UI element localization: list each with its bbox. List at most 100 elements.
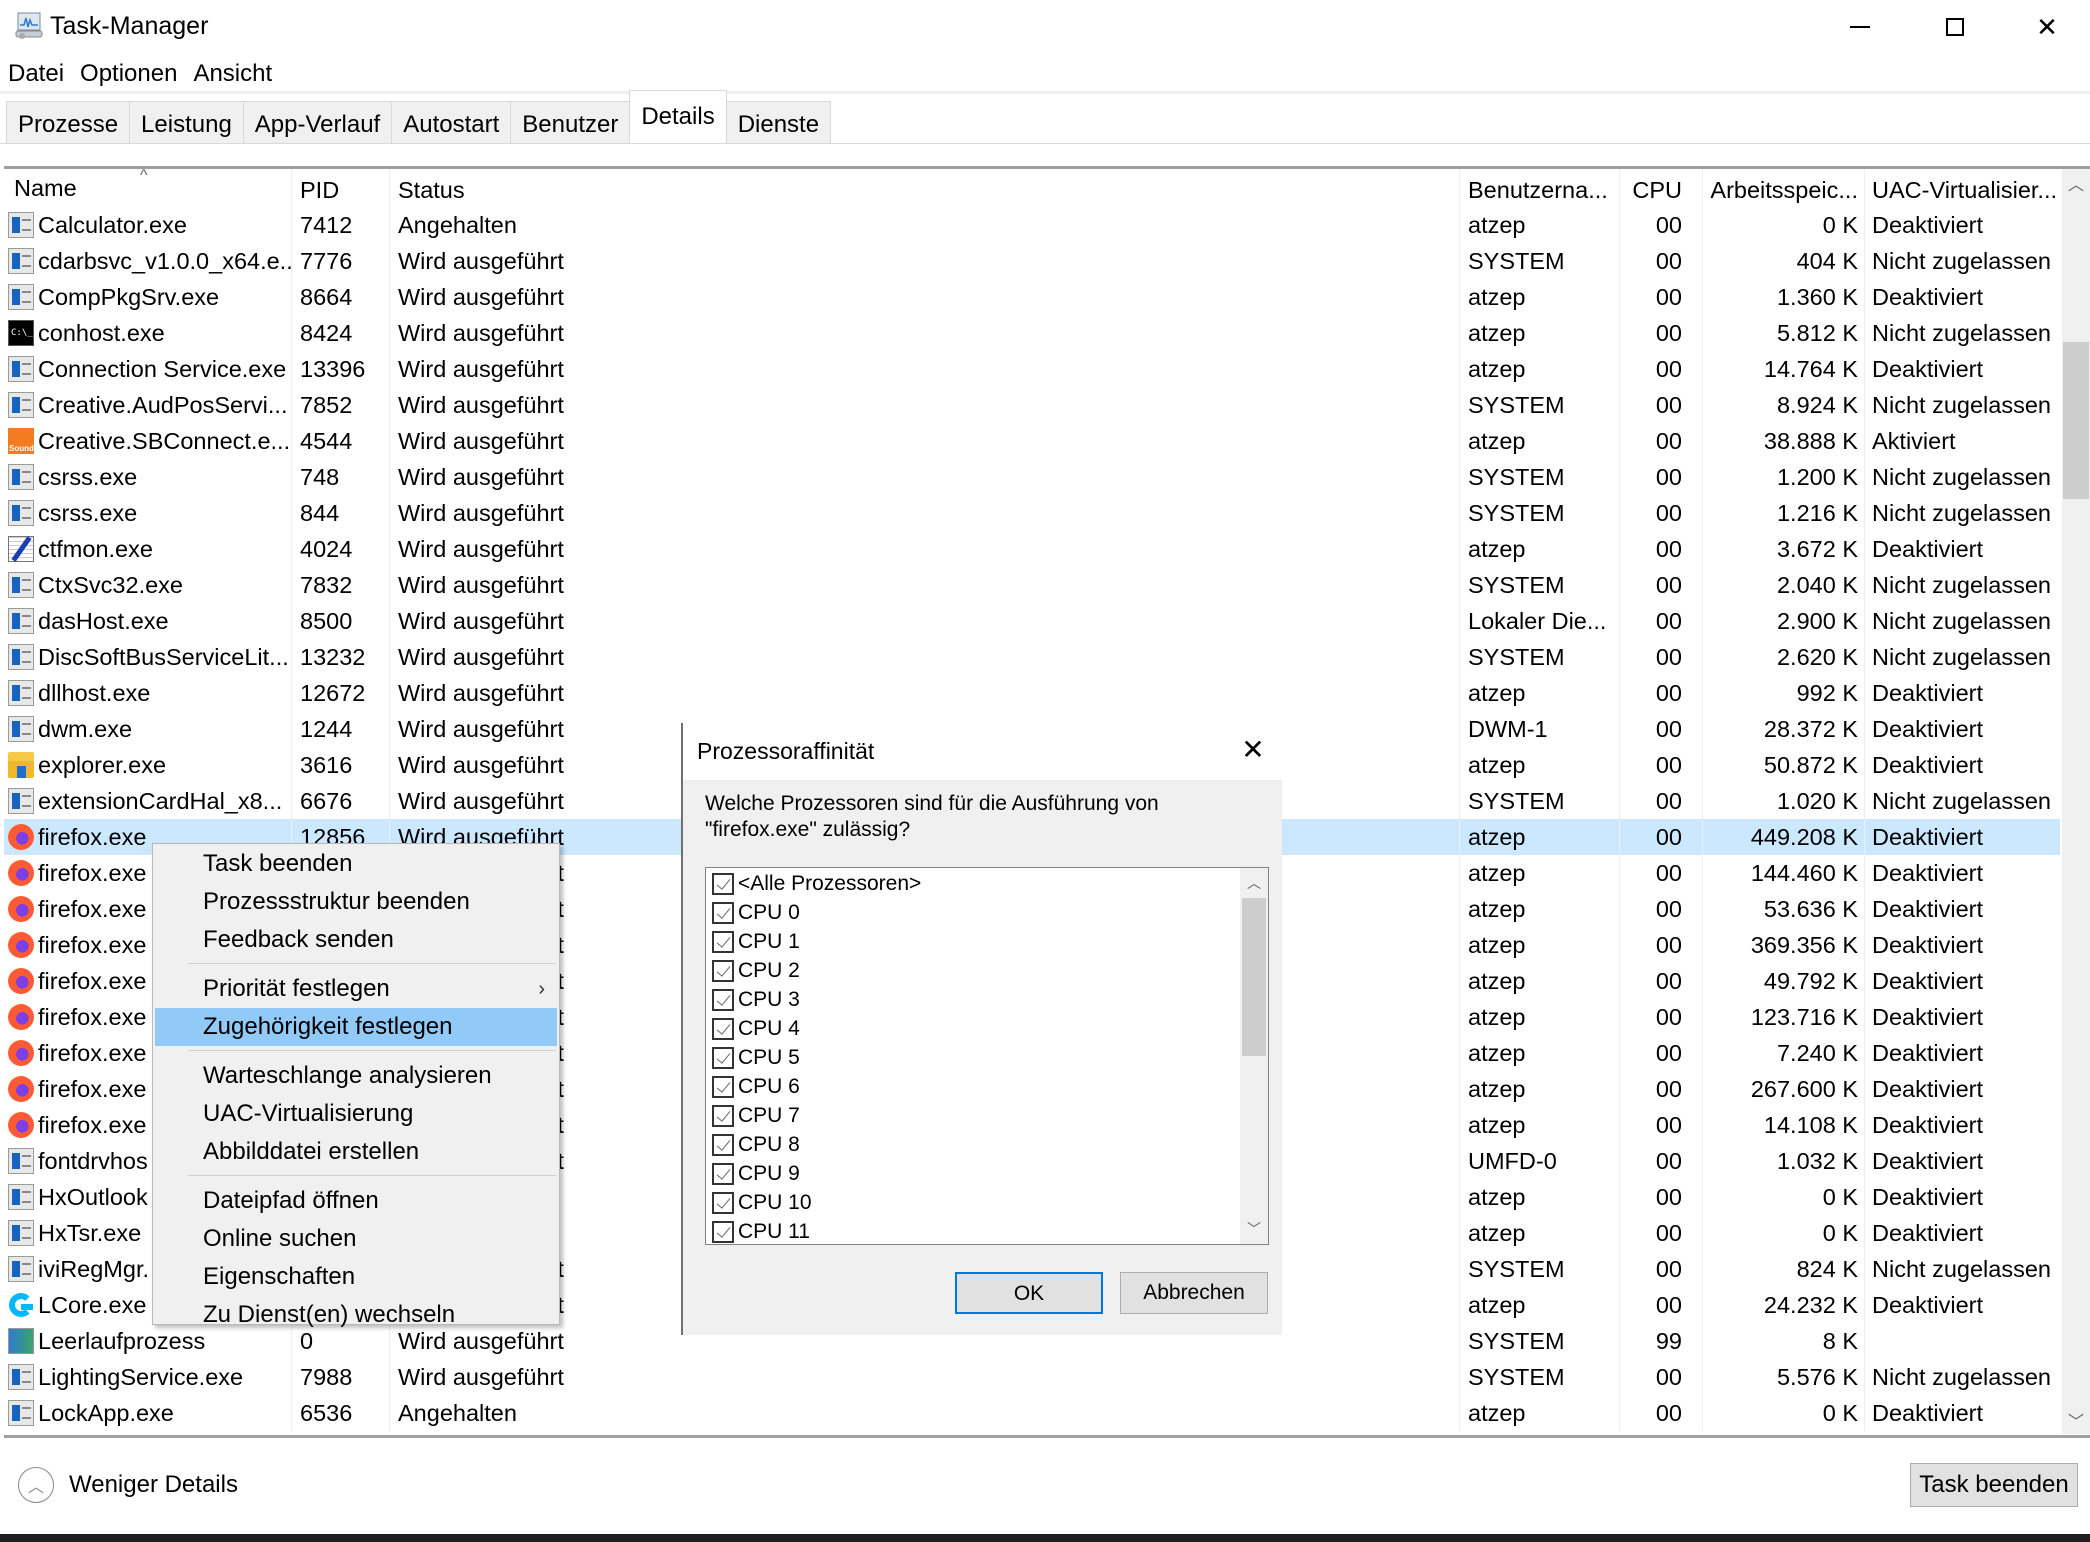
maximize-button[interactable] — [1909, 0, 2001, 54]
processor-item[interactable]: CPU 2 — [712, 956, 800, 985]
column-header-status[interactable]: Status — [390, 169, 1460, 207]
process-name: firefox.exe — [38, 860, 147, 886]
scroll-up-icon[interactable]: ︿ — [2062, 169, 2090, 197]
processor-item[interactable]: CPU 10 — [712, 1188, 812, 1217]
tab-autostart[interactable]: Autostart — [391, 101, 512, 144]
menu-ansicht[interactable]: Ansicht — [185, 56, 280, 92]
cell-mem: 2.040 K — [1703, 567, 1865, 603]
scroll-down-icon[interactable]: ﹀ — [2062, 1406, 2090, 1434]
menu-item-eigenschaften[interactable]: Eigenschaften — [155, 1258, 557, 1296]
menu-item-uac-virtualisierung[interactable]: UAC-Virtualisierung — [155, 1095, 557, 1133]
table-row[interactable]: DiscSoftBusServiceLit... 13232 Wird ausgef… — [4, 639, 2060, 675]
tab-app-verlauf[interactable]: App-Verlauf — [242, 101, 393, 144]
checkbox-checked[interactable] — [712, 988, 734, 1011]
cancel-button[interactable]: Abbrechen — [1120, 1272, 1268, 1314]
dialog-close-button[interactable]: ✕ — [1235, 733, 1271, 769]
table-row[interactable]: dasHost.exe 8500 Wird ausgeführt Lokaler Di… — [4, 603, 2060, 639]
processor-label: CPU 0 — [738, 900, 800, 924]
checkbox-checked[interactable] — [712, 1162, 734, 1185]
table-row[interactable]: Calculator.exe 7412 Angehalten atzep 00 0 K De… — [4, 207, 2060, 243]
processor-item[interactable]: CPU 5 — [712, 1043, 800, 1072]
table-row[interactable]: CompPkgSrv.exe 8664 Wird ausgeführt atzep 00… — [4, 279, 2060, 315]
menu-item-priorität-festlegen[interactable]: Priorität festlegen › — [155, 970, 557, 1008]
table-row[interactable]: cdarbsvc_v1.0.0_x64.e... 7776 Wird ausgefü… — [4, 243, 2060, 279]
checkbox-checked[interactable] — [712, 872, 734, 895]
table-row[interactable]: Creative.AudPosServi... 7852 Wird ausgefüh… — [4, 387, 2060, 423]
processor-item[interactable]: CPU 7 — [712, 1101, 800, 1130]
menu-item-zugehörigkeit-festlegen[interactable]: Zugehörigkeit festlegen — [155, 1008, 557, 1046]
processor-list: <Alle Prozessoren> CPU 0 CPU 1 CPU 2 CPU 3 CP… — [705, 867, 1269, 1245]
checkbox-checked[interactable] — [712, 1191, 734, 1214]
close-button[interactable]: ✕ — [2001, 0, 2090, 54]
processor-item[interactable]: CPU 6 — [712, 1072, 800, 1101]
table-row[interactable]: LockApp.exe 6536 Angehalten atzep 00 0 K Deakt… — [4, 1395, 2060, 1431]
cell-mem: 1.216 K — [1703, 495, 1865, 531]
checkbox-checked[interactable] — [712, 959, 734, 982]
processor-list-scrollbar[interactable]: ︿ ﹀ — [1240, 868, 1268, 1244]
column-header-uac[interactable]: UAC-Virtualisier... — [1865, 169, 2060, 207]
minimize-button[interactable] — [1814, 0, 1906, 54]
menu-item-abbilddatei-erstellen[interactable]: Abbilddatei erstellen — [155, 1133, 557, 1171]
cell-pid: 4544 — [292, 423, 390, 459]
menu-optionen[interactable]: Optionen — [72, 56, 185, 92]
tab-leistung[interactable]: Leistung — [129, 101, 244, 144]
column-header-cpu[interactable]: CPU — [1620, 169, 1703, 207]
tab-dienste[interactable]: Dienste — [725, 101, 832, 144]
table-row[interactable]: Connection Service.exe 13396 Wird ausgefüh… — [4, 351, 2060, 387]
checkbox-checked[interactable] — [712, 901, 734, 924]
table-row[interactable]: Creative.SBConnect.e...4544Wird ausgefüh… — [4, 423, 2060, 459]
menu-datei[interactable]: Datei — [0, 56, 72, 92]
checkbox-checked[interactable] — [712, 1075, 734, 1098]
tab-details[interactable]: Details — [629, 90, 727, 144]
menu-item-prozessstruktur-beenden[interactable]: Prozessstruktur beenden — [155, 883, 557, 921]
menu-item-zu-dienst-en-wechseln[interactable]: Zu Dienst(en) wechseln — [155, 1296, 557, 1334]
processor-item[interactable]: CPU 8 — [712, 1130, 800, 1159]
menu-item-feedback-senden[interactable]: Feedback senden — [155, 921, 557, 959]
column-header-memory[interactable]: Arbeitsspeic... — [1703, 169, 1865, 207]
processor-item[interactable]: CPU 11 — [712, 1217, 810, 1244]
table-row[interactable]: conhost.exe 8424Wird ausgeführtatzep005.8… — [4, 315, 2060, 351]
ok-button[interactable]: OK — [955, 1272, 1103, 1314]
processor-item[interactable]: CPU 3 — [712, 985, 800, 1014]
tab-prozesse[interactable]: Prozesse — [6, 101, 131, 144]
scroll-down-icon[interactable]: ﹀ — [1240, 1214, 1268, 1244]
checkbox-checked[interactable] — [712, 1046, 734, 1069]
processor-item[interactable]: CPU 1 — [712, 927, 800, 956]
menu-item-label: Dateipfad öffnen — [203, 1187, 379, 1214]
tab-benutzer[interactable]: Benutzer — [510, 101, 631, 144]
cell-mem: 0 K — [1703, 207, 1865, 243]
processor-item[interactable]: CPU 9 — [712, 1159, 800, 1188]
menu-item-warteschlange-analysieren[interactable]: Warteschlange analysieren — [155, 1057, 557, 1095]
table-row[interactable]: csrss.exe 748 Wird ausgeführt SYSTEM 00 1.200… — [4, 459, 2060, 495]
checkbox-checked[interactable] — [712, 930, 734, 953]
cell-mem: 0 K — [1703, 1179, 1865, 1215]
table-row[interactable]: dllhost.exe 12672 Wird ausgeführt atzep 00 99… — [4, 675, 2060, 711]
column-header-name[interactable]: Name ^ — [4, 169, 292, 207]
processor-list-scrollbar-thumb[interactable] — [1242, 898, 1266, 1056]
menu-item-dateipfad-öffnen[interactable]: Dateipfad öffnen — [155, 1182, 557, 1220]
checkbox-checked[interactable] — [712, 1220, 734, 1243]
table-row[interactable]: CtxSvc32.exe 7832 Wird ausgeführt SYSTEM 00 2… — [4, 567, 2060, 603]
table-row[interactable]: LightingService.exe 7988 Wird ausgeführt SY… — [4, 1359, 2060, 1395]
table-scrollbar[interactable]: ︿ ﹀ — [2062, 169, 2090, 1434]
checkbox-checked[interactable] — [712, 1133, 734, 1156]
processor-item[interactable]: <Alle Prozessoren> — [712, 869, 921, 898]
less-details-button[interactable]: ︿ Weniger Details — [18, 1467, 238, 1503]
menu-item-online-suchen[interactable]: Online suchen — [155, 1220, 557, 1258]
column-header-pid[interactable]: PID — [292, 169, 390, 207]
processor-item[interactable]: CPU 4 — [712, 1014, 800, 1043]
process-name-cell: DiscSoftBusServiceLit... — [4, 639, 292, 675]
cell-mem: 53.636 K — [1703, 891, 1865, 927]
cell-mem: 1.360 K — [1703, 279, 1865, 315]
scroll-up-icon[interactable]: ︿ — [1240, 868, 1268, 898]
processor-item[interactable]: CPU 0 — [712, 898, 800, 927]
column-header-username[interactable]: Benutzerna... — [1460, 169, 1620, 207]
table-row[interactable]: csrss.exe 844 Wird ausgeführt SYSTEM 00 1.216… — [4, 495, 2060, 531]
cell-uac: Deaktiviert — [1872, 896, 1984, 922]
table-row[interactable]: ctfmon.exe 4024 Wird ausgeführt atzep 00 3.67… — [4, 531, 2060, 567]
menu-item-task-beenden[interactable]: Task beenden — [155, 845, 557, 883]
checkbox-checked[interactable] — [712, 1017, 734, 1040]
scrollbar-thumb[interactable] — [2063, 342, 2089, 500]
checkbox-checked[interactable] — [712, 1104, 734, 1127]
end-task-button[interactable]: Task beenden — [1910, 1463, 2078, 1507]
